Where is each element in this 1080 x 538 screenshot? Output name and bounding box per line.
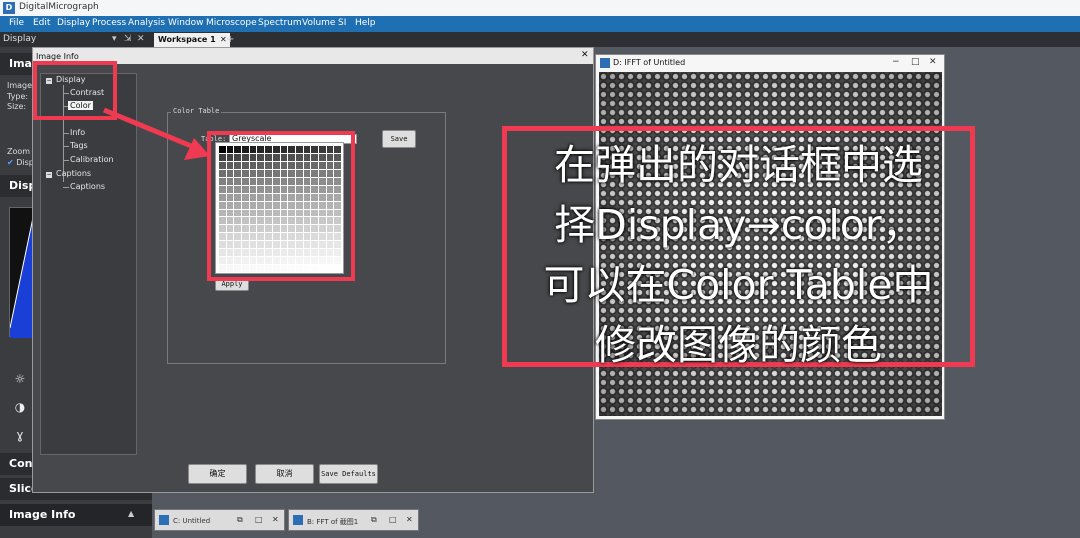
annotation-line-4: 修改图像的颜色 (595, 321, 882, 369)
workspace-tab-bar: Workspace 1 ✕ + (152, 32, 1080, 47)
tree-item-info[interactable]: Info (70, 128, 85, 137)
app-title-bar: D DigitalMicrograph (0, 0, 1080, 16)
image-info-section-header[interactable]: Image Info ▲ (0, 504, 152, 526)
panel-menu-icon[interactable]: ▾ (112, 34, 117, 44)
minimize-button[interactable]: − (892, 57, 900, 67)
tree-item-calibration[interactable]: Calibration (70, 155, 114, 164)
tree-line (63, 187, 69, 188)
close-icon[interactable]: ✕ (406, 515, 413, 524)
minimized-window-b[interactable]: B: FFT of 截图1 ⧉ □ ✕ (288, 509, 419, 531)
annotation-line-1: 在弹出的对话框中选 (554, 141, 923, 189)
close-button[interactable]: ✕ (929, 57, 937, 67)
tab-workspace-1[interactable]: Workspace 1 ✕ (154, 33, 230, 47)
gamma-icon[interactable]: ɣ (13, 428, 27, 442)
menu-help[interactable]: Help (355, 18, 376, 28)
save-button[interactable]: Save (382, 130, 416, 148)
sun-icon[interactable]: ☼ (13, 372, 27, 386)
close-icon[interactable]: ✕ (272, 515, 279, 524)
tree-item-tags[interactable]: Tags (70, 141, 88, 150)
disp-checkbox[interactable]: ✔ Disp (7, 158, 34, 167)
tree-line (63, 146, 69, 147)
menu-window[interactable]: Window (168, 18, 204, 28)
menu-bar: File Edit Display Process Analysis Windo… (0, 16, 1080, 32)
tree-line (63, 160, 69, 161)
image-line-size: Size: (7, 102, 27, 111)
image-window-icon (159, 515, 169, 525)
minimized-window-title: B: FFT of 截图1 (307, 518, 359, 526)
image-window-icon (600, 58, 610, 68)
info-tree: − Display Contrast Color Info Tags Calib… (40, 73, 137, 455)
panel-float-icon[interactable]: ⇲ (124, 34, 132, 44)
menu-spectrum[interactable]: Spectrum (258, 18, 302, 28)
highlight-palette-box (207, 131, 355, 281)
menu-microscope[interactable]: Microscope (206, 18, 257, 28)
menu-volume[interactable]: Volume (302, 18, 335, 28)
tree-item-captions-group[interactable]: Captions (56, 169, 91, 178)
display-panel-title: Display (3, 34, 37, 44)
menu-process[interactable]: Process (92, 18, 126, 28)
dm-app-icon: D (3, 2, 15, 14)
tab-workspace-label: Workspace 1 (158, 35, 216, 44)
menu-display[interactable]: Display (57, 18, 90, 28)
ifft-window-title: D: IFFT of Untitled (613, 58, 686, 67)
tree-line (63, 133, 69, 134)
minimized-window-c[interactable]: C: Untitled ⧉ □ ✕ (154, 509, 285, 531)
app-title: DigitalMicrograph (19, 2, 99, 12)
color-table-legend: Color Table (171, 107, 222, 115)
annotation-callout-text: 在弹出的对话框中选 择Display→color， 可以在Color Table… (507, 135, 970, 375)
minimized-window-title: C: Untitled (173, 517, 211, 525)
tree-expand-captions-icon[interactable]: − (46, 172, 52, 178)
dialog-title: Image Info (36, 52, 79, 61)
zoom-label: Zoom (7, 147, 31, 156)
annotation-line-2: 择Display→color， (554, 201, 923, 249)
ifft-window-title-bar[interactable]: D: IFFT of Untitled − □ ✕ (596, 55, 944, 70)
dialog-close-button[interactable]: ✕ (581, 50, 589, 60)
maximize-icon[interactable]: □ (389, 515, 397, 524)
menu-si[interactable]: SI (338, 18, 346, 28)
histogram-view[interactable] (9, 207, 36, 338)
save-defaults-button[interactable]: Save Defaults (319, 464, 378, 484)
panel-close-icon[interactable]: ✕ (137, 34, 145, 44)
dialog-title-bar[interactable]: Image Info ✕ (33, 48, 593, 64)
menu-analysis[interactable]: Analysis (128, 18, 165, 28)
cancel-button[interactable]: 取消 (255, 464, 314, 484)
maximize-icon[interactable]: □ (255, 515, 263, 524)
menu-file[interactable]: File (9, 18, 24, 28)
image-line-1: Image (7, 81, 33, 90)
ok-button[interactable]: 确定 (188, 464, 247, 484)
restore-icon[interactable]: ⧉ (371, 515, 377, 525)
highlight-tree-box (33, 61, 117, 120)
contrast-icon[interactable]: ◑ (13, 400, 27, 414)
annotation-line-3: 可以在Color Table中 (543, 261, 934, 309)
image-window-icon (293, 515, 303, 525)
image-line-type: Type: (7, 92, 29, 101)
tree-item-captions[interactable]: Captions (70, 182, 105, 191)
restore-icon[interactable]: ⧉ (237, 515, 243, 525)
add-tab-button[interactable]: + (226, 34, 234, 45)
maximize-button[interactable]: □ (911, 57, 920, 67)
display-panel-header: Display ▾ ⇲ ✕ (0, 32, 152, 47)
menu-edit[interactable]: Edit (33, 18, 50, 28)
check-icon: ✔ (7, 158, 14, 167)
collapse-icon[interactable]: ▲ (128, 509, 134, 518)
